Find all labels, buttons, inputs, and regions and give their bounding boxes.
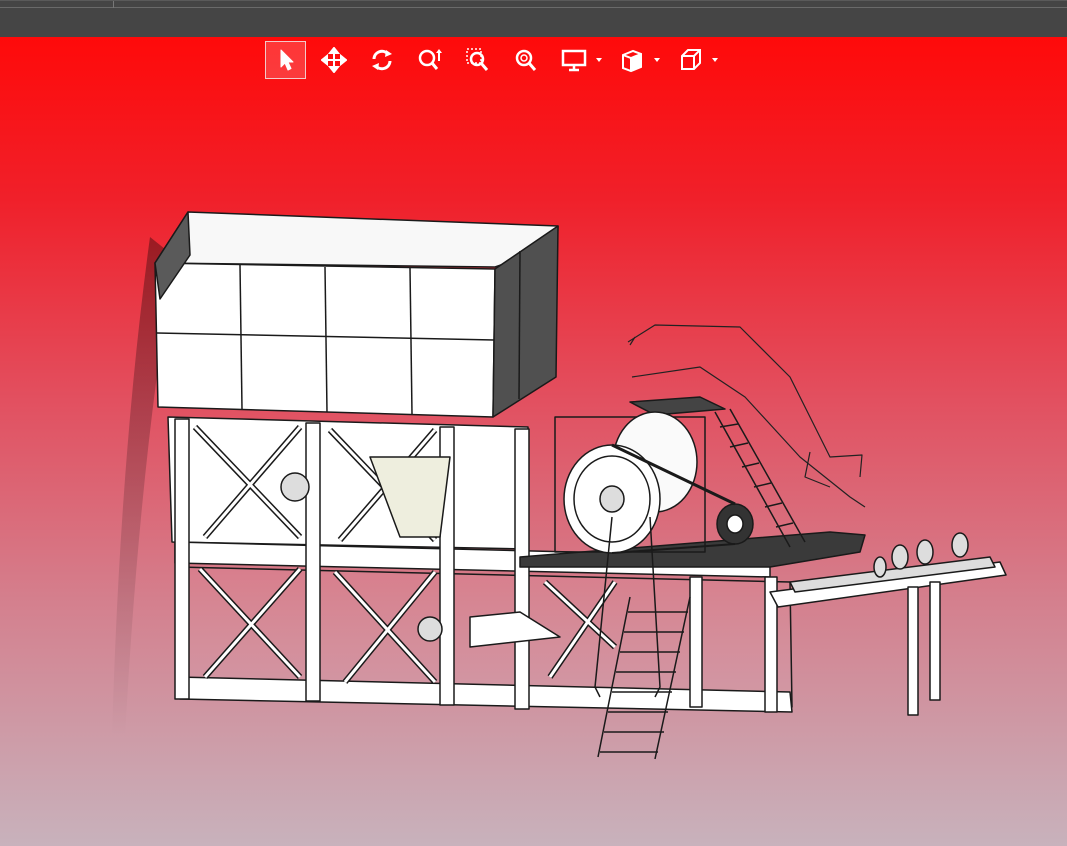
standard-views-button[interactable] (670, 41, 710, 79)
cube-icon (681, 49, 701, 70)
rotate-button[interactable] (362, 41, 402, 79)
view-toolbar (265, 40, 728, 80)
section-view-button[interactable] (612, 41, 652, 79)
arrow-cursor-icon (280, 49, 293, 71)
rotate-icon (372, 49, 392, 71)
display-mode-button[interactable] (554, 41, 594, 79)
zoom-vertical-icon (418, 49, 442, 70)
crusher-platform (519, 531, 866, 568)
flywheel-hub (599, 485, 625, 513)
display-mode-caret[interactable] (596, 58, 602, 62)
crusher-plant-model[interactable] (0, 37, 1067, 846)
pan-button[interactable] (314, 41, 354, 79)
conveyor-legs (907, 581, 941, 716)
standard-views-dropdown[interactable] (670, 41, 728, 79)
3d-viewport[interactable] (0, 37, 1067, 846)
zoom-window-button[interactable] (458, 41, 498, 79)
tab-strip-line (0, 7, 1067, 8)
section-view-dropdown[interactable] (612, 41, 670, 79)
standard-views-caret[interactable] (712, 58, 718, 62)
move-arrows-icon (321, 47, 347, 73)
zoom-fit-icon (515, 49, 537, 71)
title-bar (0, 0, 1067, 37)
section-view-icon (622, 49, 642, 73)
feeder-roller (417, 616, 443, 642)
tab-separator (113, 1, 114, 8)
select-button[interactable] (265, 41, 306, 79)
top-platform (629, 396, 726, 416)
vibrating-motor (280, 472, 310, 502)
section-view-caret[interactable] (654, 58, 660, 62)
zoom-button[interactable] (410, 41, 450, 79)
hopper-top (154, 211, 559, 271)
zoom-fit-button[interactable] (506, 41, 546, 79)
zoom-window-icon (466, 48, 489, 71)
monitor-icon (561, 49, 587, 72)
display-mode-dropdown[interactable] (554, 41, 612, 79)
